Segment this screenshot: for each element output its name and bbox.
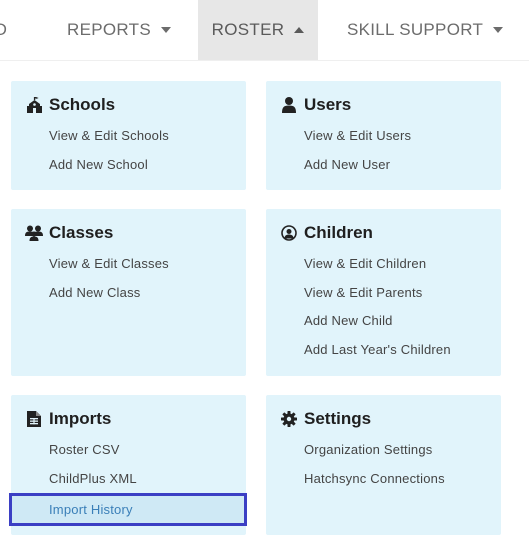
childplus-xml-link[interactable]: ChildPlus XML bbox=[49, 471, 137, 486]
hatchsync-connections-link[interactable]: Hatchsync Connections bbox=[304, 471, 445, 486]
caret-up-icon bbox=[294, 27, 305, 33]
classes-card: Classes View & Edit Classes Add New Clas… bbox=[11, 209, 246, 376]
add-new-user-link[interactable]: Add New User bbox=[304, 157, 411, 172]
nav-dashboard-label: RD bbox=[0, 20, 8, 39]
gear-icon bbox=[280, 410, 298, 428]
import-history-link[interactable]: Import History bbox=[49, 502, 133, 517]
nav-roster[interactable]: ROSTER bbox=[198, 0, 318, 60]
settings-title: Settings bbox=[304, 409, 372, 428]
nav-skill-support[interactable]: SKILL SUPPORT bbox=[347, 0, 504, 60]
caret-down-icon bbox=[493, 27, 504, 33]
settings-links: Organization Settings Hatchsync Connecti… bbox=[304, 443, 445, 500]
user-icon bbox=[280, 96, 298, 114]
users-header: Users bbox=[280, 95, 351, 115]
users-title: Users bbox=[304, 95, 352, 114]
children-card: Children View & Edit Children View & Edi… bbox=[266, 209, 501, 376]
children-links: View & Edit Children View & Edit Parents… bbox=[304, 257, 451, 372]
users-links: View & Edit Users Add New User bbox=[304, 129, 411, 186]
add-new-school-link[interactable]: Add New School bbox=[49, 157, 169, 172]
add-last-years-children-link[interactable]: Add Last Year's Children bbox=[304, 343, 451, 357]
imports-title: Imports bbox=[49, 409, 112, 428]
nav-reports[interactable]: REPORTS bbox=[67, 0, 171, 60]
nav-roster-label: ROSTER bbox=[211, 20, 285, 39]
settings-header: Settings bbox=[280, 409, 371, 429]
people-icon bbox=[25, 224, 43, 242]
view-edit-parents-link[interactable]: View & Edit Parents bbox=[304, 285, 451, 300]
school-icon bbox=[25, 96, 43, 114]
children-title: Children bbox=[304, 223, 373, 242]
view-edit-users-link[interactable]: View & Edit Users bbox=[304, 129, 411, 143]
imports-card: Imports Roster CSV ChildPlus XML Import … bbox=[9, 395, 247, 535]
classes-links: View & Edit Classes Add New Class bbox=[49, 257, 169, 314]
schools-header: Schools bbox=[25, 95, 115, 115]
view-edit-classes-link[interactable]: View & Edit Classes bbox=[49, 257, 169, 271]
classes-title: Classes bbox=[49, 223, 114, 242]
nav-skill-support-label: SKILL SUPPORT bbox=[347, 20, 484, 39]
child-icon bbox=[280, 224, 298, 242]
nav-reports-label: REPORTS bbox=[67, 20, 151, 39]
children-header: Children bbox=[280, 223, 373, 243]
top-navigation: RD REPORTS ROSTER SKILL SUPPORT bbox=[0, 0, 529, 60]
file-icon bbox=[25, 410, 43, 428]
nav-dashboard[interactable]: RD bbox=[0, 0, 7, 60]
imports-links: Roster CSV ChildPlus XML bbox=[49, 443, 137, 500]
roster-csv-link[interactable]: Roster CSV bbox=[49, 443, 137, 457]
caret-down-icon bbox=[160, 27, 171, 33]
schools-links: View & Edit Schools Add New School bbox=[49, 129, 169, 186]
add-new-class-link[interactable]: Add New Class bbox=[49, 285, 169, 300]
add-new-child-link[interactable]: Add New Child bbox=[304, 314, 451, 328]
settings-card: Settings Organization Settings Hatchsync… bbox=[266, 395, 501, 535]
view-edit-children-link[interactable]: View & Edit Children bbox=[304, 257, 451, 271]
roster-dropdown-menu: Schools View & Edit Schools Add New Scho… bbox=[0, 60, 529, 553]
organization-settings-link[interactable]: Organization Settings bbox=[304, 443, 445, 457]
classes-header: Classes bbox=[25, 223, 113, 243]
imports-header: Imports bbox=[25, 409, 111, 429]
view-edit-schools-link[interactable]: View & Edit Schools bbox=[49, 129, 169, 143]
import-history-highlight[interactable]: Import History bbox=[9, 493, 247, 526]
schools-card: Schools View & Edit Schools Add New Scho… bbox=[11, 81, 246, 190]
users-card: Users View & Edit Users Add New User bbox=[266, 81, 501, 190]
schools-title: Schools bbox=[49, 95, 116, 114]
